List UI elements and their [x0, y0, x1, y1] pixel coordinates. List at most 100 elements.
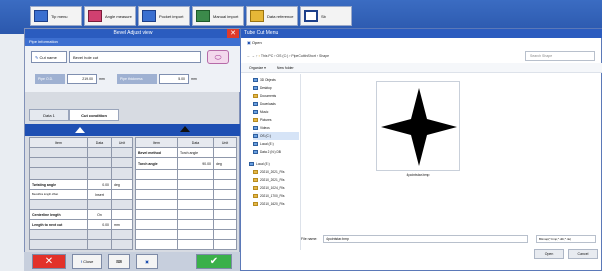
file-name-input[interactable]: 4pointstar.bmp [323, 235, 528, 243]
dialog-toolbar: Organize ▾ New folder [241, 63, 602, 73]
chat-icon[interactable]: ⬭ [207, 50, 229, 64]
desktop-icon [253, 86, 258, 90]
folder-icon [253, 178, 258, 182]
nav-item-selected[interactable]: OS (C:) [253, 132, 299, 140]
open-button[interactable]: Open [534, 249, 564, 259]
row-data[interactable]: On [87, 209, 112, 220]
nav-item[interactable]: Videos [253, 124, 270, 132]
column-header: Data [87, 137, 112, 148]
nav-item[interactable]: 3D Objects [253, 76, 276, 84]
nav-item-label: 3D Objects [260, 78, 276, 82]
close-window-button[interactable]: ✕ [227, 29, 239, 38]
row-unit [111, 209, 133, 220]
row-data[interactable]: Insert [87, 189, 112, 200]
file-type-filter[interactable]: Bitmap(*.bmp;*.dib;*.rle) [536, 235, 596, 243]
tab-cut-condition[interactable]: Cut condition [69, 109, 119, 121]
nav-item-label: Desktop [260, 86, 272, 90]
monitor-icon [304, 10, 318, 22]
pipe-thickness-unit: mm [191, 77, 197, 81]
sb-button[interactable]: Sb [300, 6, 352, 26]
star-shape-icon [381, 88, 457, 166]
cut-name-button[interactable]: ✎ Cut name [31, 51, 67, 63]
close-button[interactable]: ! Close [72, 254, 102, 269]
nav-item[interactable]: Local (E:) [253, 140, 274, 148]
column-header: Item [29, 137, 88, 148]
nav-item-label: Pictures [260, 118, 272, 122]
pipe-cut-window: Bevel Adjust view ✕ Pipe information ✎ C… [24, 28, 241, 271]
nav-item[interactable]: Data 2 (N:) DB [253, 148, 281, 156]
file-thumbnail[interactable] [376, 81, 460, 171]
nav-item[interactable]: Music [253, 108, 268, 116]
scroll-top-icon[interactable] [180, 126, 190, 132]
scroll-up-icon[interactable] [75, 127, 85, 133]
pipe-od-label: Pipe O.D. [35, 74, 65, 84]
nav-item[interactable]: 20210_1700_Fils [253, 192, 284, 200]
table-row[interactable]: Bevel method Torch angle [135, 147, 237, 158]
row-unit: deg [213, 157, 237, 170]
row-data[interactable]: Torch angle [177, 147, 214, 158]
cancel-x-button[interactable]: ✕ [32, 254, 66, 269]
nav-item-label: 20210_1024_Fils [260, 186, 285, 190]
row-item: Bevel method [135, 147, 178, 158]
nav-item-label: Local (E:) [260, 142, 274, 146]
open-file-dialog: Tube Cut Menu ▣ Open ← → ↑ ▪ This PC › O… [240, 28, 602, 271]
button-label: Tip menu [51, 13, 68, 19]
nav-item[interactable]: 20210_2021_Fils [253, 176, 284, 184]
folder-icon [250, 10, 264, 22]
row-data[interactable]: 90.00 [177, 157, 214, 170]
nav-item[interactable]: 20210_1620_Fils [253, 200, 284, 208]
table-row[interactable]: Bevel/line length offset Insert [29, 189, 133, 200]
column-header: Item [135, 137, 178, 148]
tip-menu-button[interactable]: Tip menu [30, 6, 82, 26]
button-label: Sb [321, 13, 326, 19]
nav-item[interactable]: Desktop [253, 84, 272, 92]
confirm-button[interactable]: ✔ [196, 254, 232, 269]
nav-item-label: Local (E:) [256, 162, 270, 166]
nav-item[interactable]: Local (E:) [249, 160, 270, 168]
pocket-import-button[interactable]: Pocket import [138, 6, 190, 26]
nav-item[interactable]: 20210_1024_Fils [253, 184, 284, 192]
nav-item[interactable]: Documents [253, 92, 276, 100]
nav-item-label: Videos [260, 126, 270, 130]
row-data[interactable]: 0.00 [87, 219, 112, 230]
row-unit: mm [111, 219, 133, 230]
organize-button[interactable]: Organize ▾ [249, 66, 266, 70]
pipe-od-field[interactable]: 219.00 [67, 74, 97, 84]
scroll-up-bar [25, 124, 241, 136]
tab-data-1[interactable]: Data 1 [29, 109, 69, 121]
table-row[interactable]: Torch angle 90.00 deg [135, 157, 237, 170]
angle-measure-button[interactable]: Angle measure [84, 6, 136, 26]
manual-import-button[interactable]: Manual import [192, 6, 244, 26]
cut-name-field[interactable]: Bevel hole cut [69, 51, 201, 63]
row-data[interactable]: 0.00 [87, 179, 112, 190]
search-input[interactable]: Search Shape [525, 51, 595, 61]
data-reference-button[interactable]: Data reference [246, 6, 298, 26]
table-row[interactable]: Length to next cut 0.00 mm [29, 219, 133, 230]
row-item: Torch angle [135, 157, 178, 170]
section-title: Pipe information [25, 38, 241, 46]
dialog-title: ▣ Open [247, 40, 262, 45]
row-item: Bevel/line length offset [29, 189, 88, 200]
cancel-button[interactable]: Cancel [568, 249, 598, 259]
row-item: Length to next cut [29, 219, 88, 230]
new-folder-button[interactable]: New folder [277, 66, 294, 70]
nav-item[interactable]: Pictures [253, 116, 272, 124]
nav-item[interactable]: 20210_2021_Fils [253, 168, 284, 176]
row-unit [111, 189, 133, 200]
file-name-label: 4pointstar.bmp [406, 173, 430, 177]
3d-objects-icon [253, 78, 258, 82]
button-label: Pocket import [159, 13, 184, 19]
table-row[interactable]: Centerline length On [29, 209, 133, 220]
cut-name-label: Cut name [39, 55, 57, 60]
folder-icon [253, 170, 258, 174]
button-label: Data reference [267, 13, 294, 19]
table-row[interactable]: Twisting angle 0.00 deg [29, 179, 133, 190]
nav-item[interactable]: Downloads [253, 100, 276, 108]
keyboard-icon[interactable]: ⌨ [108, 254, 130, 269]
file-name-field-label: File name: [301, 237, 318, 241]
folder-icon [253, 202, 258, 206]
window-title: Bevel Adjust view [25, 29, 241, 38]
button-label: Angle measure [105, 13, 132, 19]
pipe-thickness-field[interactable]: 5.00 [159, 74, 189, 84]
save-icon[interactable]: ▣ [136, 254, 158, 269]
